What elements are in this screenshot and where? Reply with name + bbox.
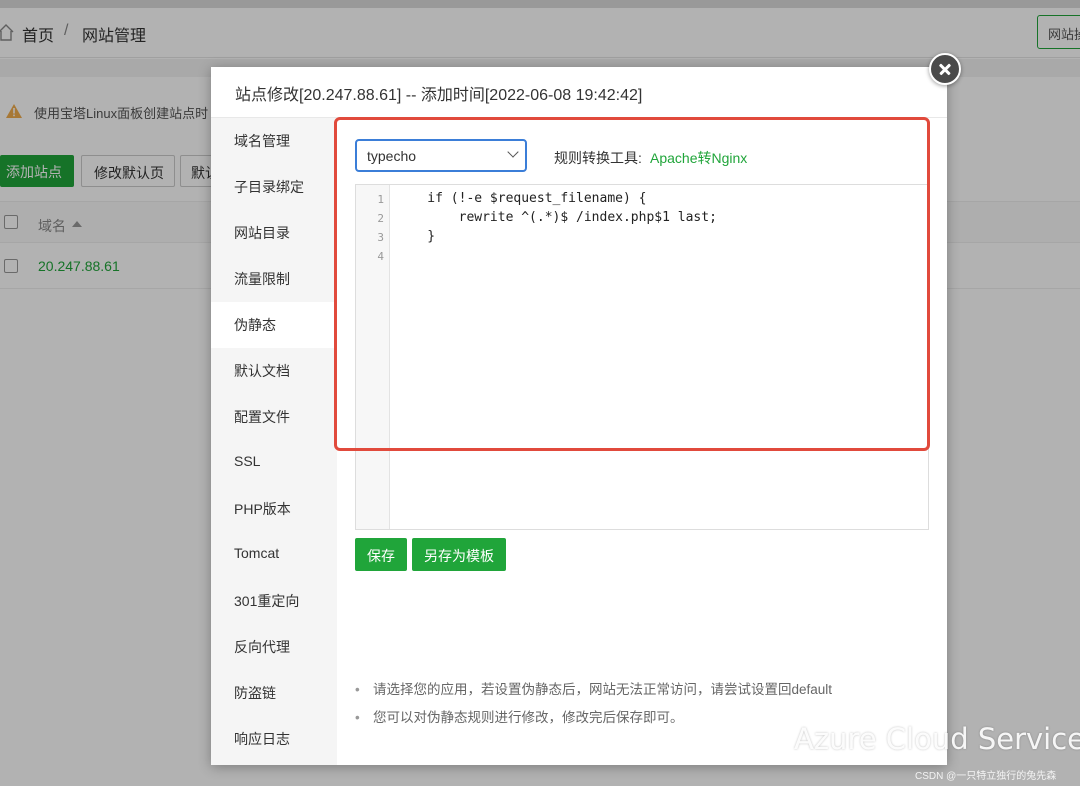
sidebar-item-hotlink[interactable]: 防盗链: [211, 670, 337, 716]
sidebar-item-log[interactable]: 响应日志: [211, 716, 337, 762]
wechat-icon: [753, 724, 789, 751]
watermark: Azure Cloud Service: [752, 722, 1080, 756]
tip-text: 请选择您的应用，若设置伪静态后，网站无法正常访问，请尝试设置回default: [355, 678, 832, 698]
sidebar-item-traffic[interactable]: 流量限制: [211, 256, 337, 302]
save-button[interactable]: 保存: [355, 538, 407, 571]
watermark-text: Azure Cloud Service: [794, 722, 1080, 756]
highlight-annotation: [334, 117, 930, 451]
modal-title: 站点修改[20.247.88.61] -- 添加时间[2022-06-08 19…: [235, 87, 643, 104]
sidebar-item-redirect[interactable]: 301重定向: [211, 578, 337, 624]
save-as-template-button[interactable]: 另存为模板: [412, 538, 506, 571]
credit-text: CSDN @一只特立独行的兔先森: [915, 771, 1057, 782]
sidebar-item-default-doc[interactable]: 默认文档: [211, 348, 337, 394]
close-icon[interactable]: [929, 53, 961, 85]
sidebar-item-domain[interactable]: 域名管理: [211, 118, 337, 164]
sidebar-item-rewrite[interactable]: 伪静态: [211, 302, 337, 348]
sidebar-item-php[interactable]: PHP版本: [211, 486, 337, 532]
sidebar-item-tomcat[interactable]: Tomcat: [211, 532, 337, 578]
sidebar-item-ssl[interactable]: SSL: [211, 440, 337, 486]
sidebar-item-site-dir[interactable]: 网站目录: [211, 210, 337, 256]
modal-sidebar: 域名管理 子目录绑定 网站目录 流量限制 伪静态 默认文档 配置文件 SSL P…: [211, 118, 337, 765]
sidebar-item-subdir[interactable]: 子目录绑定: [211, 164, 337, 210]
tip-text: 您可以对伪静态规则进行修改，修改完后保存即可。: [355, 706, 684, 726]
sidebar-item-proxy[interactable]: 反向代理: [211, 624, 337, 670]
sidebar-item-config[interactable]: 配置文件: [211, 394, 337, 440]
